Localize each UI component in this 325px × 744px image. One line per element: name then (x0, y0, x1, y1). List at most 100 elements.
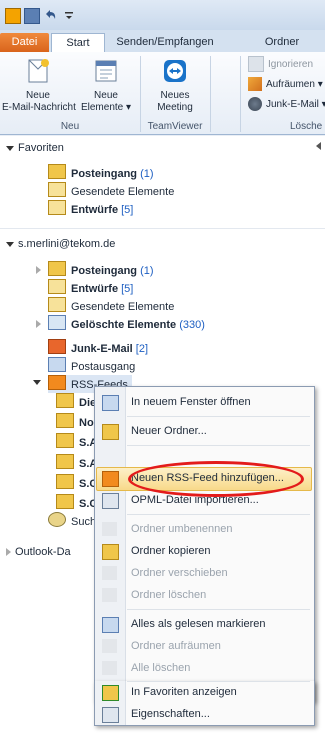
cleanup-label: Aufräumen ▾ (266, 79, 323, 90)
tab-ordner[interactable]: Ordner (256, 33, 308, 52)
copy-folder-icon (102, 544, 119, 560)
acc-gesendete-label: Gesendete Elemente (71, 301, 175, 313)
junk-label: Junk-E-Mail ▾ (266, 99, 325, 110)
acc-junk[interactable]: Junk-E-Mail [2] (48, 339, 148, 357)
fav-entwuerfe-label: Entwürfe (71, 204, 119, 216)
menu-delete-all: Alle löschen (95, 657, 314, 679)
cleanup-icon (248, 77, 262, 92)
outlook-data-label: Outlook-Da (15, 546, 71, 558)
import-opml-icon (102, 493, 119, 509)
fav-entwuerfe[interactable]: Entwürfe [5] (48, 200, 133, 218)
junk-icon (248, 97, 262, 112)
expand-arrow-icon[interactable] (36, 320, 41, 328)
sent-folder-icon (48, 182, 66, 197)
menu-properties[interactable]: Eigenschaften... (95, 703, 314, 725)
tab-start[interactable]: Start (51, 33, 105, 54)
new-items-label: Neue Elemente ▾ (80, 90, 132, 113)
fav-entwuerfe-count: [5] (121, 204, 134, 216)
menu-open-new-window[interactable]: In neuem Fenster öffnen (95, 391, 314, 413)
account-header[interactable]: s.merlini@tekom.de (6, 236, 115, 252)
favorites-header[interactable]: Favoriten (6, 140, 64, 156)
tab-datei[interactable]: Datei (0, 33, 49, 52)
undo-icon[interactable] (43, 8, 57, 22)
menu-delete-folder: Ordner löschen (95, 584, 314, 606)
context-menu-tail: In Favoriten anzeigen Eigenschaften... (94, 681, 315, 726)
menu-item-label: In Favoriten anzeigen (131, 686, 237, 698)
menu-item-label: Alle löschen (131, 662, 191, 674)
acc-junk-count: [2] (135, 343, 149, 355)
new-email-button[interactable]: Neue E-Mail-Nachricht (2, 56, 76, 114)
acc-geloeschte-label: Gelöschte Elemente (71, 319, 177, 331)
collapse-pane-icon[interactable] (316, 142, 321, 150)
ignore-button[interactable]: Ignorieren (248, 56, 313, 74)
add-rss-icon (102, 471, 119, 487)
fav-posteingang[interactable]: Posteingang (1) (48, 164, 154, 182)
delete-folder-icon (102, 588, 117, 602)
expand-arrow-icon[interactable] (36, 266, 41, 274)
expand-arrow-icon[interactable] (6, 548, 11, 556)
menu-item-label: Ordner kopieren (131, 545, 211, 557)
menu-item-label: Alles als gelesen markieren (131, 618, 266, 630)
menu-item-label: Eigenschaften... (131, 708, 210, 720)
menu-mark-all-read[interactable]: Alles als gelesen markieren (95, 613, 314, 635)
junk-button[interactable]: Junk-E-Mail ▾ (248, 96, 325, 114)
acc-geloeschte-count: (330) (179, 319, 205, 331)
title-bar (0, 0, 325, 30)
menu-show-in-favorites[interactable]: In Favoriten anzeigen (95, 681, 314, 703)
new-window-icon (102, 395, 119, 411)
menu-item-label: Ordner umbenennen (131, 523, 233, 535)
acc-postausgang[interactable]: Postausgang (48, 357, 135, 375)
outlook-data-file[interactable]: Outlook-Da (15, 543, 71, 561)
send-receive-icon[interactable] (24, 8, 40, 24)
collapse-arrow-icon (6, 241, 14, 247)
folder-icon (56, 454, 74, 469)
inbox-folder-icon (48, 261, 66, 276)
acc-junk-label: Junk-E-Mail (71, 343, 133, 355)
search-folder-icon (48, 512, 66, 527)
ribbon: Neue E-Mail-Nachricht Neue Elemente ▾ Ne… (0, 52, 325, 135)
rename-icon (102, 522, 117, 536)
favorites-icon (102, 685, 119, 701)
menu-item-label: Ordner verschieben (131, 567, 228, 579)
customize-quick-access-icon[interactable] (62, 8, 76, 22)
ignore-icon (248, 56, 264, 73)
group-teamviewer: TeamViewer (147, 121, 203, 132)
new-meeting-label: Neues Meeting (157, 90, 193, 113)
fav-gesendete-label: Gesendete Elemente (71, 186, 175, 198)
cleanup-button[interactable]: Aufräumen ▾ (248, 76, 323, 94)
move-folder-icon (102, 566, 117, 580)
favorites-header-label: Favoriten (18, 142, 64, 154)
acc-posteingang-label: Posteingang (71, 265, 138, 277)
inbox-folder-icon (48, 164, 66, 179)
junk-folder-icon (48, 339, 66, 354)
menu-move-folder: Ordner verschieben (95, 562, 314, 584)
acc-geloeschte[interactable]: Gelöschte Elemente (330) (48, 315, 205, 333)
folder-icon (56, 474, 74, 489)
menu-new-folder[interactable]: Neuer Ordner... (95, 420, 314, 442)
fav-gesendete[interactable]: Gesendete Elemente (48, 182, 174, 200)
menu-item-label: Neuer Ordner... (131, 425, 207, 437)
outbox-icon (48, 357, 66, 372)
menu-item-label: In neuem Fenster öffnen (131, 396, 251, 408)
new-email-label: Neue E-Mail-Nachricht (2, 90, 76, 113)
properties-icon (102, 707, 119, 723)
acc-entwuerfe[interactable]: Entwürfe [5] (48, 279, 133, 297)
menu-item-label: Ordner löschen (131, 589, 207, 601)
rss-child[interactable]: Nor (56, 413, 98, 431)
acc-posteingang[interactable]: Posteingang (1) (48, 261, 154, 279)
new-items-button[interactable]: Neue Elemente ▾ (78, 56, 134, 114)
acc-gesendete[interactable]: Gesendete Elemente (48, 297, 174, 315)
context-menu: In neuem Fenster öffnen Neuer Ordner... … (94, 386, 315, 702)
menu-rename-folder: Ordner umbenennen (95, 518, 314, 540)
acc-entwuerfe-label: Entwürfe (71, 283, 119, 295)
acc-postausgang-label: Postausgang (71, 361, 136, 373)
sent-folder-icon (48, 297, 66, 312)
tab-senden-empfangen[interactable]: Senden/Empfangen (112, 33, 218, 52)
collapse-arrow-icon[interactable] (33, 380, 41, 385)
new-meeting-button[interactable]: Neues Meeting (146, 56, 204, 114)
rss-icon (48, 375, 66, 390)
collapse-arrow-icon (6, 145, 14, 151)
menu-copy-folder[interactable]: Ordner kopieren (95, 540, 314, 562)
new-items-icon (91, 56, 121, 86)
fav-posteingang-label: Posteingang (71, 168, 138, 180)
